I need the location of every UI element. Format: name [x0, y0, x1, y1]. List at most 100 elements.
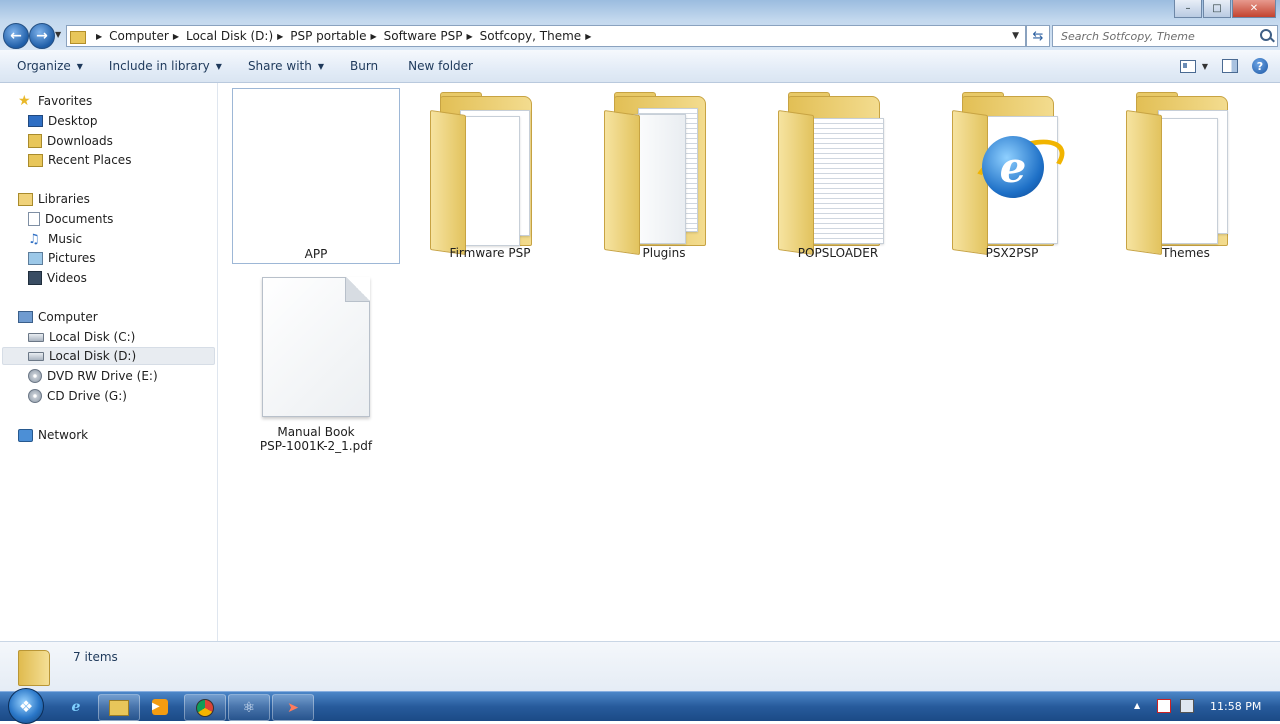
chrome-icon[interactable] — [184, 694, 226, 721]
forward-button[interactable]: → — [29, 23, 55, 49]
app-icon[interactable]: ➤ — [272, 694, 314, 721]
organize-button[interactable]: Organize ▼ — [8, 59, 92, 73]
internet-explorer-icon: e — [982, 136, 1044, 198]
start-button[interactable]: ❖ — [8, 688, 44, 724]
nav-label: Network — [38, 428, 89, 442]
new-folder-button[interactable]: New folder — [399, 59, 482, 73]
nav-computer[interactable]: Computer — [18, 308, 98, 326]
nav-dvd-drive-e[interactable]: DVD RW Drive (E:) — [28, 367, 158, 385]
share-with-label: Share with — [247, 59, 312, 73]
media-player-icon[interactable]: ▶ — [140, 694, 180, 719]
nav-local-disk-d[interactable]: Local Disk (D:) — [2, 347, 215, 365]
back-button[interactable]: ← — [3, 23, 29, 49]
recent-places-icon — [28, 153, 43, 167]
nav-network[interactable]: Network — [18, 426, 88, 444]
folder-item-popsloader[interactable]: POPSLOADER — [754, 88, 922, 264]
nav-favorites[interactable]: ★ Favorites — [18, 92, 92, 110]
share-with-button[interactable]: Share with ▼ — [239, 59, 333, 73]
item-label: Plugins — [642, 246, 686, 260]
window-controls: – □ ✕ — [1174, 0, 1276, 18]
clock[interactable]: 11:58 PM — [1210, 700, 1261, 713]
chevron-right-icon[interactable]: ▶ — [585, 32, 591, 41]
folder-item-psx2psp[interactable]: e PSX2PSP — [928, 88, 1096, 264]
nav-desktop[interactable]: Desktop — [28, 112, 98, 130]
folder-item-themes[interactable]: Themes — [1102, 88, 1270, 264]
help-icon[interactable]: ? — [1252, 58, 1268, 74]
network-icon — [18, 428, 33, 442]
cd-drive-icon — [28, 389, 42, 403]
title-bar: – □ ✕ ← → ▼ ▶ Computer ▶ Local Disk (D:)… — [0, 0, 1280, 50]
nav-label: Videos — [47, 271, 87, 285]
change-view-icon[interactable] — [1179, 59, 1196, 73]
downloads-icon — [28, 134, 42, 148]
item-label: Themes — [1162, 246, 1210, 260]
recent-pages-dropdown[interactable]: ▼ — [55, 30, 61, 39]
nav-cd-drive-g[interactable]: CD Drive (G:) — [28, 387, 127, 405]
details-pane: 7 items — [0, 641, 1280, 692]
minimize-button[interactable]: – — [1174, 0, 1202, 18]
include-in-library-button[interactable]: Include in library ▼ — [100, 59, 231, 73]
nav-label: Favorites — [38, 94, 93, 108]
folder-item-app[interactable]: APP — [232, 88, 400, 264]
nav-local-disk-c[interactable]: Local Disk (C:) — [28, 328, 135, 346]
breadcrumb-computer[interactable]: Computer — [109, 29, 169, 43]
nav-label: DVD RW Drive (E:) — [47, 369, 158, 383]
folder-item-plugins[interactable]: Plugins — [580, 88, 748, 264]
refresh-icon: ⇆ — [1032, 28, 1044, 44]
nav-label: Desktop — [48, 114, 98, 128]
file-item-manual-book-pdf[interactable]: Manual Book PSP-1001K-2_1.pdf — [232, 269, 400, 459]
document-icon — [262, 277, 370, 417]
nav-libraries[interactable]: Libraries — [18, 190, 90, 208]
folder-item-firmware-psp[interactable]: Firmware PSP — [406, 88, 574, 264]
windows-explorer-icon[interactable] — [98, 694, 140, 721]
breadcrumb-psp-portable[interactable]: PSP portable — [290, 29, 366, 43]
chevron-right-icon[interactable]: ▶ — [370, 32, 376, 41]
search-input[interactable] — [1059, 28, 1253, 44]
nav-label: Local Disk (C:) — [49, 330, 136, 344]
nav-label: Libraries — [38, 192, 90, 206]
breadcrumb-current[interactable]: Sotfcopy, Theme — [480, 29, 582, 43]
nav-recent-places[interactable]: Recent Places — [28, 151, 131, 169]
chevron-right-icon[interactable]: ▶ — [96, 32, 102, 41]
file-list: APP Firmware PSP Plugins POPSLOADER e PS… — [218, 83, 1280, 641]
breadcrumb-software-psp[interactable]: Software PSP — [384, 29, 463, 43]
maximize-button[interactable]: □ — [1203, 0, 1231, 18]
chevron-right-icon[interactable]: ▶ — [277, 32, 283, 41]
nav-downloads[interactable]: Downloads — [28, 132, 113, 150]
videos-icon — [28, 271, 42, 285]
action-center-icon[interactable] — [1157, 699, 1171, 713]
nav-label: Local Disk (D:) — [49, 349, 137, 363]
chevron-down-icon[interactable]: ▼ — [1012, 31, 1019, 41]
network-status-icon[interactable] — [1180, 699, 1194, 713]
nav-label: CD Drive (G:) — [47, 389, 127, 403]
chevron-right-icon[interactable]: ▶ — [466, 32, 472, 41]
address-bar[interactable]: ▶ Computer ▶ Local Disk (D:) ▶ PSP porta… — [66, 25, 1026, 47]
item-count: 7 items — [73, 650, 118, 664]
internet-explorer-icon[interactable]: e — [56, 694, 96, 719]
breadcrumb-local-disk-d[interactable]: Local Disk (D:) — [186, 29, 273, 43]
chevron-down-icon[interactable]: ▼ — [1202, 62, 1208, 71]
folder-icon — [18, 650, 50, 686]
search-icon[interactable] — [1260, 29, 1272, 41]
folder-icon — [604, 92, 714, 256]
show-hidden-icons-icon[interactable]: ▲ — [1134, 701, 1140, 710]
refresh-button[interactable]: ⇆ — [1026, 25, 1050, 47]
include-in-library-label: Include in library — [108, 59, 210, 73]
nav-label: Documents — [45, 212, 114, 226]
chevron-down-icon: ▼ — [215, 61, 222, 71]
item-label: POPSLOADER — [797, 246, 879, 260]
nav-videos[interactable]: Videos — [28, 269, 87, 287]
chevron-right-icon[interactable]: ▶ — [173, 32, 179, 41]
app-icon[interactable]: ⚛ — [228, 694, 270, 721]
preview-pane-icon[interactable] — [1222, 59, 1238, 73]
nav-label: Pictures — [48, 251, 96, 265]
search-box[interactable] — [1052, 25, 1278, 47]
nav-music[interactable]: ♫ Music — [28, 230, 82, 248]
item-label: APP — [304, 247, 328, 261]
burn-button[interactable]: Burn — [341, 59, 387, 73]
organize-label: Organize — [17, 59, 71, 73]
nav-documents[interactable]: Documents — [28, 210, 113, 228]
close-button[interactable]: ✕ — [1232, 0, 1276, 18]
pictures-icon — [28, 251, 43, 265]
nav-pictures[interactable]: Pictures — [28, 249, 96, 267]
